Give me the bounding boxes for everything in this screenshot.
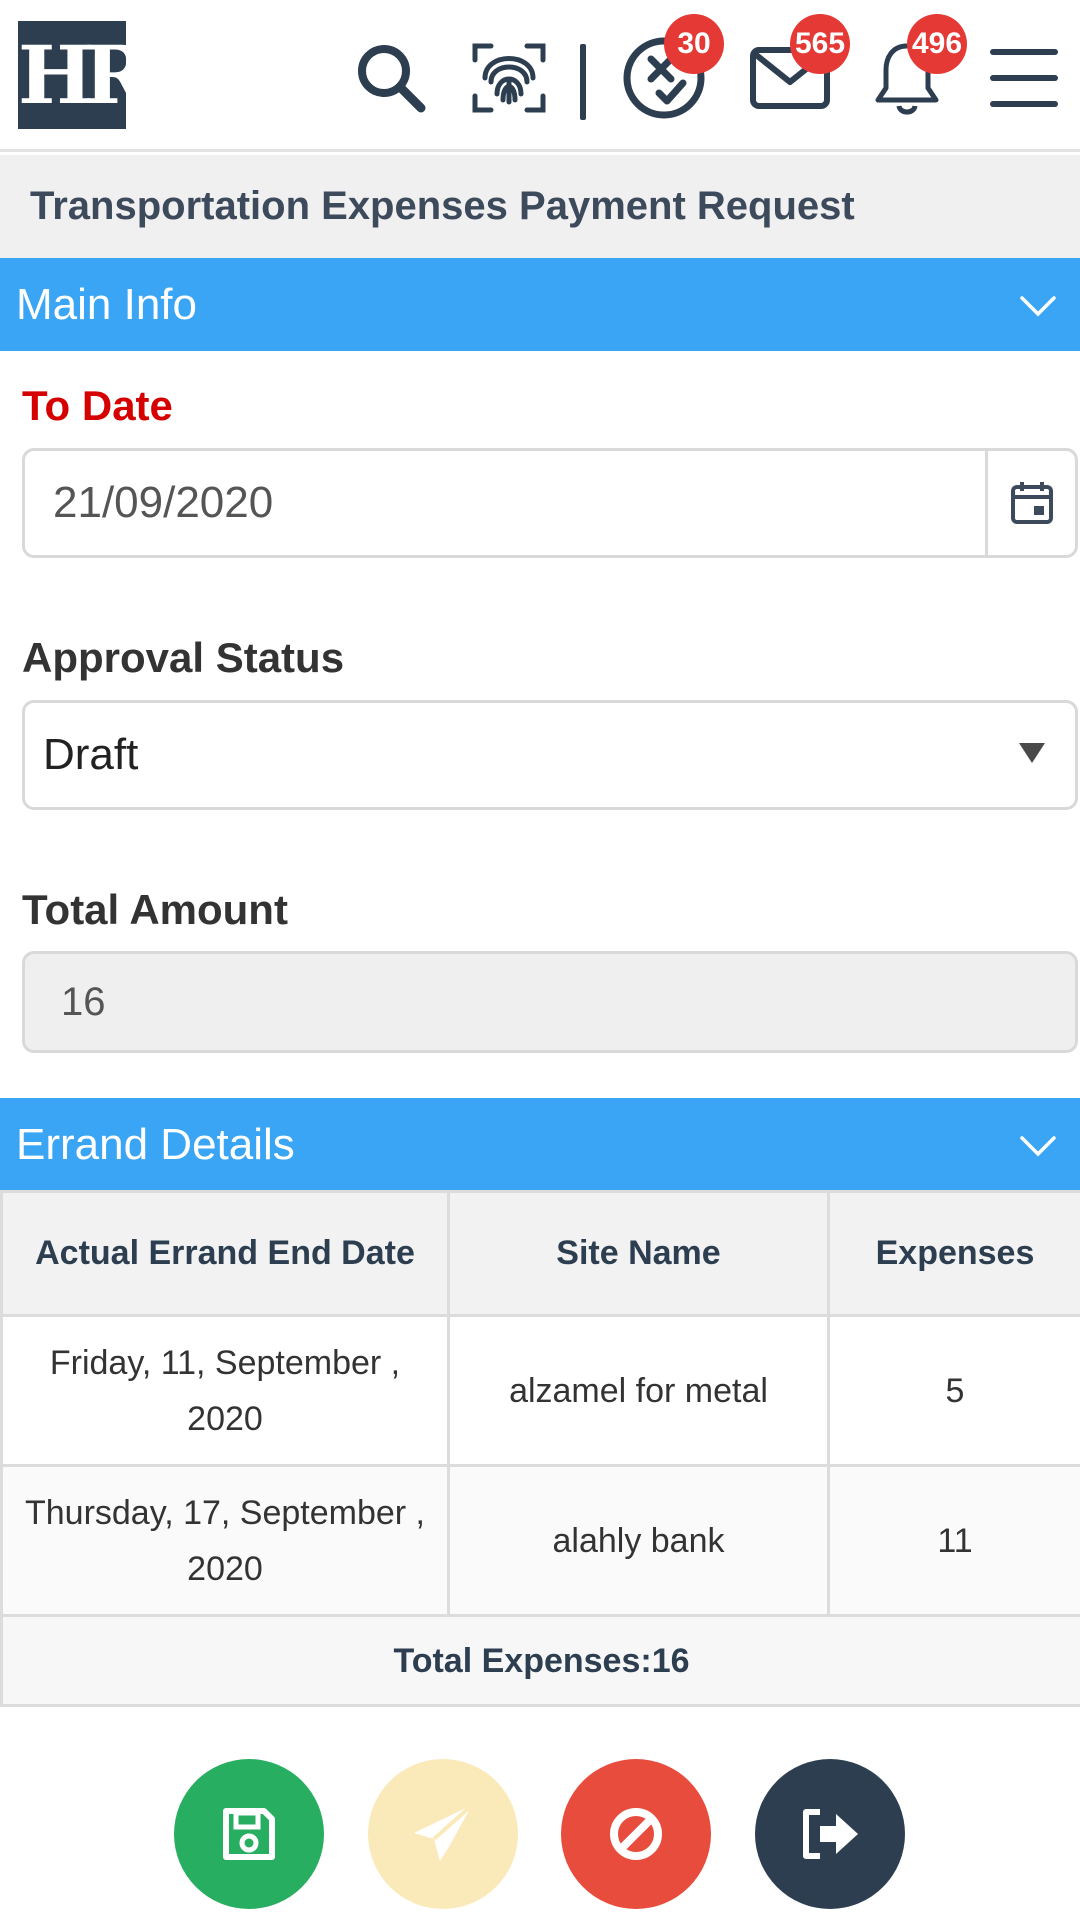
total-amount-field: 16	[22, 951, 1078, 1053]
date-picker-button[interactable]	[985, 451, 1075, 555]
notifications-badge: 496	[907, 14, 967, 74]
chevron-down-icon	[1020, 296, 1056, 317]
expenses-cell: 5	[827, 1314, 1080, 1467]
logo[interactable]: HR	[18, 21, 150, 129]
to-date-field[interactable]: 21/09/2020	[22, 448, 1078, 558]
page-title-bar: Transportation Expenses Payment Request	[0, 155, 1080, 258]
dropdown-arrow-icon	[1019, 743, 1045, 763]
search-icon	[358, 45, 426, 113]
table-row[interactable]: Friday, 11, September , 2020 alzamel for…	[0, 1314, 1080, 1467]
toolbar-divider	[580, 44, 586, 120]
errand-end-date-cell: Friday, 11, September , 2020	[0, 1314, 450, 1467]
main-info-header[interactable]: Main Info	[0, 258, 1080, 351]
errand-details-title: Errand Details	[16, 1120, 295, 1169]
messages-badge: 565	[790, 14, 850, 74]
expenses-cell: 11	[827, 1464, 1080, 1617]
fingerprint-icon	[472, 43, 546, 113]
send-icon	[414, 1803, 474, 1861]
approval-status-value: Draft	[43, 730, 139, 779]
exit-icon	[803, 1809, 858, 1859]
page-title: Transportation Expenses Payment Request	[30, 184, 855, 228]
column-header-date[interactable]: Actual Errand End Date	[0, 1190, 450, 1317]
errand-details-table: Actual Errand End Date Site Name Expense…	[0, 1190, 1080, 1707]
column-header-site[interactable]: Site Name	[447, 1190, 830, 1317]
date-line: 2020	[187, 1399, 263, 1438]
table-header-row: Actual Errand End Date Site Name Expense…	[0, 1190, 1080, 1317]
cancel-button[interactable]	[561, 1759, 711, 1909]
date-line: 2020	[187, 1549, 263, 1588]
approval-status-label: Approval Status	[22, 634, 345, 681]
notifications-button[interactable]: 496	[861, 14, 967, 124]
cancel-icon	[610, 1808, 662, 1860]
table-row[interactable]: Thursday, 17, September , 2020 alahly ba…	[0, 1464, 1080, 1617]
column-header-expenses[interactable]: Expenses	[827, 1190, 1080, 1317]
date-line: Thursday, 17, September ,	[24, 1493, 425, 1532]
to-date-value: 21/09/2020	[53, 478, 274, 527]
total-amount-value: 16	[61, 980, 106, 1024]
save-button[interactable]	[174, 1759, 324, 1909]
site-name-cell: alahly bank	[447, 1464, 830, 1617]
chevron-down-icon	[1020, 1136, 1056, 1157]
exit-button[interactable]	[755, 1759, 905, 1909]
calendar-icon	[1010, 482, 1053, 524]
main-info-title: Main Info	[16, 280, 197, 329]
messages-button[interactable]: 565	[744, 14, 850, 124]
errand-end-date-cell: Thursday, 17, September , 2020	[0, 1464, 450, 1617]
approval-status-select[interactable]: Draft	[22, 700, 1078, 810]
to-date-label: To Date	[22, 382, 173, 429]
date-line: Friday, 11, September ,	[49, 1343, 401, 1382]
total-expenses: Total Expenses:16	[0, 1614, 1080, 1707]
total-amount-label: Total Amount	[22, 886, 288, 933]
approvals-badge: 30	[664, 14, 724, 74]
menu-button[interactable]	[978, 32, 1070, 124]
send-button[interactable]	[368, 1759, 518, 1909]
top-bar: HR 30 565 496	[0, 0, 1080, 152]
errand-details-header[interactable]: Errand Details	[0, 1098, 1080, 1191]
search-button[interactable]	[345, 32, 437, 124]
menu-icon	[990, 49, 1058, 107]
save-icon	[223, 1808, 275, 1860]
table-footer-row: Total Expenses:16	[0, 1614, 1080, 1707]
fingerprint-button[interactable]	[463, 32, 555, 124]
site-name-cell: alzamel for metal	[447, 1314, 830, 1467]
approvals-button[interactable]: 30	[618, 14, 724, 124]
